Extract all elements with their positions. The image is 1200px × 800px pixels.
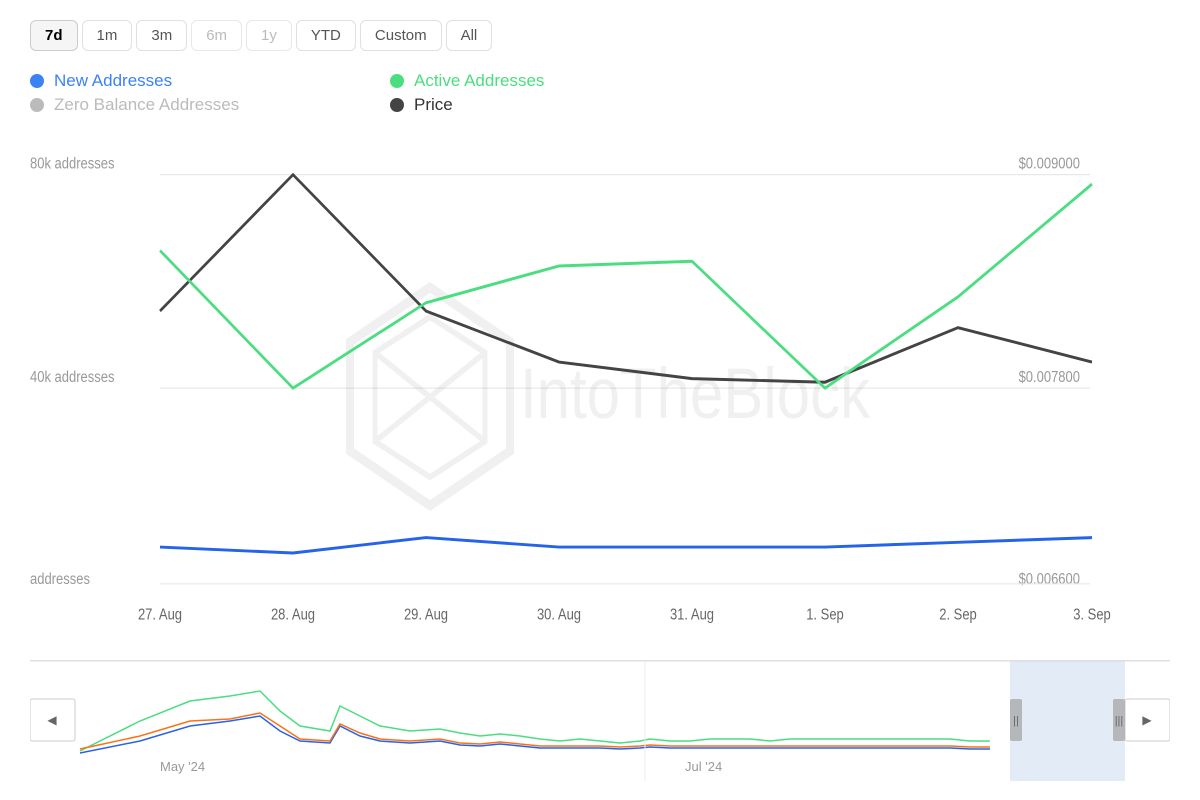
svg-text:40k addresses: 40k addresses [30, 369, 114, 386]
time-btn-3m[interactable]: 3m [136, 20, 187, 51]
time-btn-custom[interactable]: Custom [360, 20, 442, 51]
legend-item: New Addresses [30, 71, 370, 91]
svg-text:2. Sep: 2. Sep [939, 606, 977, 623]
time-btn-1m[interactable]: 1m [82, 20, 133, 51]
svg-text:||: || [1013, 715, 1019, 727]
legend-label: New Addresses [54, 71, 172, 91]
time-btn-1y: 1y [246, 20, 292, 51]
time-btn-6m: 6m [191, 20, 242, 51]
navigator: ◀ ▶ || ||| May '24 [30, 660, 1170, 780]
legend-dot [390, 98, 404, 112]
svg-text:$0.006600: $0.006600 [1019, 571, 1080, 588]
svg-text:1. Sep: 1. Sep [806, 606, 844, 623]
svg-text:29. Aug: 29. Aug [404, 606, 448, 623]
svg-text:May '24: May '24 [160, 759, 205, 774]
svg-text:Jul '24: Jul '24 [685, 759, 722, 774]
time-btn-7d[interactable]: 7d [30, 20, 78, 51]
svg-text:▶: ▶ [1142, 713, 1152, 727]
time-range-selector: 7d1m3m6m1yYTDCustomAll [30, 20, 1170, 51]
svg-text:|||: ||| [1115, 715, 1124, 727]
svg-text:28. Aug: 28. Aug [271, 606, 315, 623]
time-btn-ytd[interactable]: YTD [296, 20, 356, 51]
svg-text:$0.009000: $0.009000 [1019, 156, 1080, 173]
legend-dot [30, 74, 44, 88]
legend-label: Price [414, 95, 453, 115]
chart-svg: 80k addresses 40k addresses addresses $0… [30, 145, 1170, 655]
main-container: 7d1m3m6m1yYTDCustomAll New Addresses Acti… [0, 0, 1200, 800]
svg-text:80k addresses: 80k addresses [30, 156, 114, 173]
time-btn-all[interactable]: All [446, 20, 493, 51]
legend-label: Zero Balance Addresses [54, 95, 239, 115]
navigator-svg: ◀ ▶ || ||| May '24 [30, 661, 1170, 781]
legend-dot [30, 98, 44, 112]
svg-text:3. Sep: 3. Sep [1073, 606, 1111, 623]
legend-item: Price [390, 95, 730, 115]
main-chart: 80k addresses 40k addresses addresses $0… [30, 145, 1170, 655]
legend-label: Active Addresses [414, 71, 544, 91]
svg-text:$0.007800: $0.007800 [1019, 369, 1080, 386]
chart-area: 80k addresses 40k addresses addresses $0… [30, 145, 1170, 780]
svg-text:27. Aug: 27. Aug [138, 606, 182, 623]
svg-text:30. Aug: 30. Aug [537, 606, 581, 623]
legend-item: Zero Balance Addresses [30, 95, 370, 115]
svg-text:◀: ◀ [47, 713, 57, 727]
legend-item: Active Addresses [390, 71, 730, 91]
legend-dot [390, 74, 404, 88]
svg-text:31. Aug: 31. Aug [670, 606, 714, 623]
chart-legend: New Addresses Active Addresses Zero Balanc… [30, 71, 730, 115]
svg-text:addresses: addresses [30, 571, 90, 588]
